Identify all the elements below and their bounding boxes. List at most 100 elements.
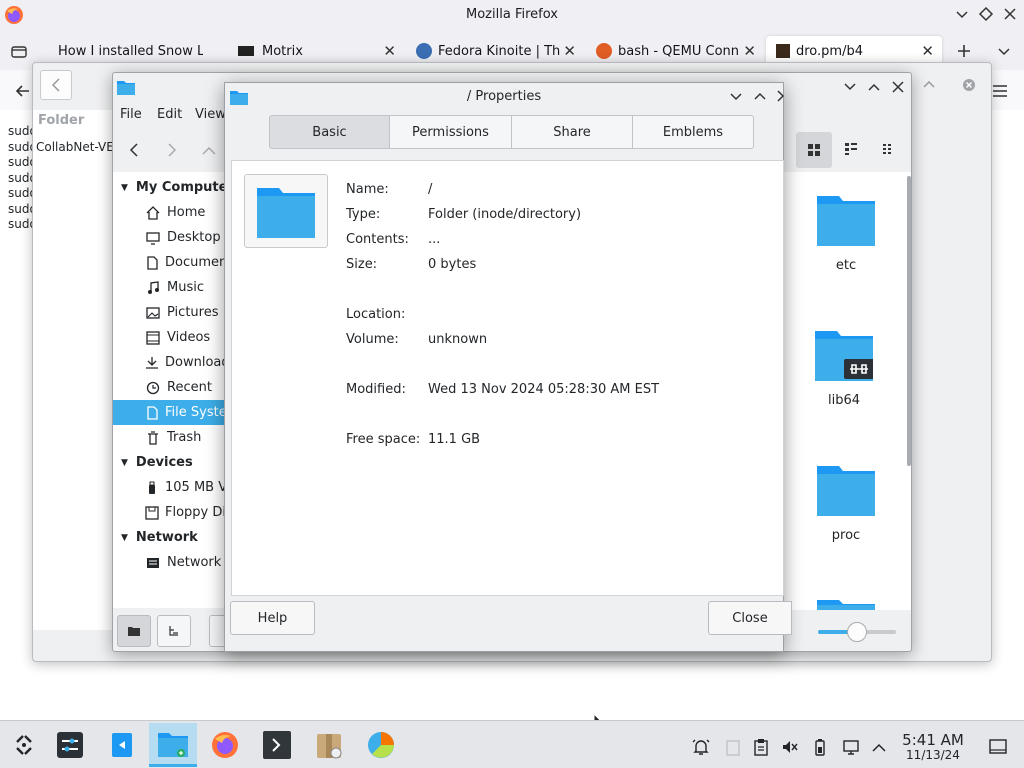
clock-date[interactable]: 11/13/24: [898, 748, 968, 762]
type-label: Type:: [346, 207, 381, 222]
properties-minimize-button[interactable]: [729, 91, 743, 103]
properties-maximize-button[interactable]: [753, 90, 767, 102]
tree-panel-button[interactable]: [157, 615, 191, 647]
nav-forward-icon[interactable]: [166, 143, 178, 157]
collapse-arrow-icon: ▼: [121, 457, 128, 468]
dolphin-task-icon[interactable]: [149, 723, 197, 767]
tab-list-icon[interactable]: [10, 42, 28, 60]
show-hidden-icons-icon[interactable]: [869, 737, 889, 757]
back-window-back-button[interactable]: [40, 70, 72, 100]
sidebar-item-home[interactable]: Home: [113, 200, 227, 225]
close-tab-icon[interactable]: ✕: [921, 42, 934, 60]
terminal-task-icon[interactable]: [253, 723, 301, 767]
menu-edit[interactable]: Edit: [157, 107, 182, 122]
sidebar-item-pictures[interactable]: Pictures: [113, 300, 227, 325]
close-button[interactable]: Close: [708, 601, 792, 635]
sidebar-item-documents[interactable]: Documents: [113, 250, 227, 275]
sidebar-item-desktop[interactable]: Desktop: [113, 225, 227, 250]
clipboard-dimmed-icon[interactable]: [723, 737, 743, 757]
maximize-button[interactable]: [978, 6, 994, 22]
file-view-scrollbar[interactable]: [907, 176, 911, 466]
firefox-task-icon[interactable]: [201, 723, 249, 767]
sidebar-item-network[interactable]: Network: [113, 550, 227, 575]
tab-basic[interactable]: Basic: [269, 115, 390, 149]
folder-item-etc[interactable]: etc: [796, 192, 896, 273]
details-view-button[interactable]: [882, 142, 896, 156]
nav-up-icon[interactable]: [202, 145, 216, 155]
show-desktop-icon[interactable]: [988, 737, 1008, 757]
nav-back-icon[interactable]: [128, 143, 140, 157]
volume-muted-icon[interactable]: [780, 737, 800, 757]
floppy-disk-icon: [145, 505, 159, 521]
modified-value: Wed 13 Nov 2024 05:28:30 AM EST: [428, 382, 660, 397]
help-button[interactable]: Help: [230, 601, 315, 635]
downloads-icon: [145, 355, 159, 371]
trash-icon: [145, 430, 161, 446]
sidebar-item-volume[interactable]: 105 MB Volume: [113, 475, 227, 500]
dolphin-maximize-button[interactable]: [867, 81, 881, 93]
sidebar-item-recent[interactable]: Recent: [113, 375, 227, 400]
places-panel-button[interactable]: [117, 615, 151, 647]
contents-label: Contents:: [346, 232, 409, 247]
menu-icon[interactable]: [992, 84, 1008, 98]
clock-time[interactable]: 5:41 AM: [898, 731, 968, 749]
new-tab-icon[interactable]: [955, 42, 973, 60]
dolphin-minimize-button[interactable]: [843, 81, 857, 93]
tab-share[interactable]: Share: [511, 115, 633, 149]
name-label: Name:: [346, 182, 389, 197]
minimize-button[interactable]: [954, 6, 970, 22]
battery-icon[interactable]: [810, 737, 830, 757]
tab-permissions[interactable]: Permissions: [389, 115, 512, 149]
sidebar-group-devices[interactable]: ▼ Devices: [113, 450, 227, 475]
disk-usage-task-icon[interactable]: [357, 723, 405, 767]
ark-archiver-task-icon[interactable]: [305, 723, 353, 767]
network-status-icon[interactable]: [841, 737, 861, 757]
close-tab-icon[interactable]: ✕: [743, 42, 756, 60]
window-title: Mozilla Firefox: [466, 7, 558, 22]
back-window-up-icon[interactable]: [922, 78, 936, 90]
back-window-item[interactable]: CollabNet-VE: [36, 140, 114, 154]
name-value: /: [428, 182, 433, 197]
folder-item-lib64[interactable]: lib64: [794, 327, 894, 408]
close-tab-icon[interactable]: ✕: [563, 42, 576, 60]
sidebar-group-network[interactable]: ▼ Network: [113, 525, 227, 550]
properties-more-icon[interactable]: [776, 90, 784, 102]
folder-icon-partial[interactable]: [817, 598, 875, 610]
menu-view[interactable]: View: [195, 107, 226, 122]
list-all-tabs-icon[interactable]: [995, 42, 1013, 60]
documents-icon: [145, 255, 159, 271]
close-window-button[interactable]: [1002, 6, 1018, 22]
location-label: Location:: [346, 307, 406, 322]
usb-drive-icon: [145, 480, 159, 496]
zoom-slider-handle[interactable]: [847, 622, 867, 642]
size-value: 0 bytes: [428, 257, 477, 272]
tab-emblems[interactable]: Emblems: [632, 115, 754, 149]
system-settings-icon[interactable]: [46, 723, 94, 767]
close-tab-icon[interactable]: ✕: [383, 42, 396, 60]
dolphin-window-icon: [116, 78, 136, 96]
type-value: Folder (inode/directory): [428, 207, 582, 222]
sidebar-group-my-computer[interactable]: ▼ My Computer: [113, 175, 227, 200]
back-window-close-icon[interactable]: [962, 78, 976, 92]
sidebar-item-videos[interactable]: Videos: [113, 325, 227, 350]
folder-item-proc[interactable]: proc: [796, 462, 896, 543]
dolphin-close-button[interactable]: [891, 80, 905, 94]
icons-view-button[interactable]: [796, 132, 832, 168]
notifications-icon[interactable]: [691, 737, 711, 757]
menu-file[interactable]: File: [120, 107, 142, 122]
collapse-arrow-icon: ▼: [121, 532, 128, 543]
application-launcher-icon[interactable]: [0, 723, 48, 767]
sidebar-item-trash[interactable]: Trash: [113, 425, 227, 450]
sidebar-item-file-system[interactable]: File System: [113, 400, 227, 425]
sidebar-item-floppy[interactable]: Floppy Disk: [113, 500, 227, 525]
sidebar-item-downloads[interactable]: Downloads: [113, 350, 227, 375]
clipboard-icon[interactable]: [751, 737, 771, 757]
discover-icon[interactable]: [98, 723, 146, 767]
modified-label: Modified:: [346, 382, 406, 397]
compact-view-button[interactable]: [844, 142, 858, 156]
folder-icon-button[interactable]: [244, 174, 328, 248]
motrix-icon: [238, 46, 254, 56]
music-icon: [145, 280, 161, 296]
sidebar-item-music[interactable]: Music: [113, 275, 227, 300]
back-arrow-icon[interactable]: [14, 82, 32, 100]
